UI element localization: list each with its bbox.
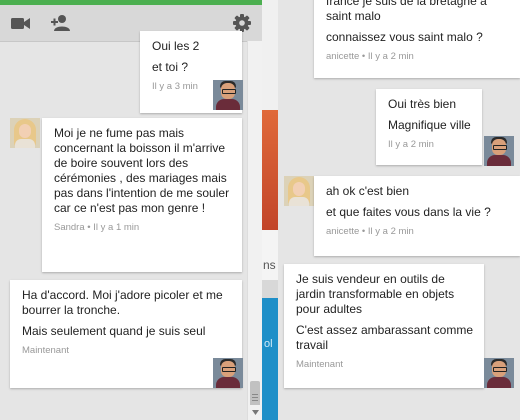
message-text: ah ok c'est bien: [326, 184, 410, 198]
message-text: connaissez vous saint malo ?: [326, 30, 483, 44]
message-text: Je suis vendeur en outils de jardin tran…: [296, 272, 455, 316]
background-text-fragment: ol: [264, 338, 273, 350]
message-text: Oui les 2: [152, 39, 200, 53]
avatar[interactable]: [10, 118, 40, 148]
video-camera-icon[interactable]: [10, 13, 32, 33]
message-timestamp: Maintenant: [22, 345, 70, 356]
message-text: et toi ?: [152, 60, 189, 74]
avatar[interactable]: [484, 136, 514, 166]
chat-message-received: ah ok c'est bien et que faites vous dans…: [314, 176, 520, 256]
chat-message-sent: Je suis vendeur en outils de jardin tran…: [284, 264, 484, 388]
chat-scrollbar[interactable]: [247, 41, 262, 420]
avatar[interactable]: [484, 358, 514, 388]
avatar[interactable]: [213, 80, 243, 110]
message-timestamp: anicette • Il y a 2 min: [326, 51, 414, 62]
message-timestamp: anicette • Il y a 2 min: [326, 226, 414, 237]
left-chat-panel: Oui les 2 et toi ? Il y a 3 min Moi je n…: [0, 0, 262, 420]
chat-message-received: france je suis de la bretagne à saint ma…: [314, 0, 520, 78]
avatar[interactable]: [284, 176, 314, 206]
message-text: Oui très bien: [388, 97, 457, 111]
gear-icon[interactable]: [231, 13, 253, 33]
message-text: Ha d'accord. Moi j'adore picoler et me b…: [22, 288, 223, 317]
scroll-down-arrow-icon[interactable]: [248, 405, 262, 420]
message-text: Moi je ne fume pas mais concernant la bo…: [54, 126, 230, 215]
message-text: C'est assez ambarassant comme travail: [296, 323, 474, 352]
add-person-icon[interactable]: [50, 13, 72, 33]
message-text: france je suis de la bretagne à saint ma…: [326, 0, 487, 23]
chat-message-sent: Oui très bien Magnifique ville Il y a 2 …: [376, 89, 482, 165]
chat-message-received: Moi je ne fume pas mais concernant la bo…: [42, 118, 242, 272]
background-page-strip: ns ol: [262, 0, 278, 420]
message-timestamp: Sandra • Il y a 1 min: [54, 222, 140, 233]
message-text: Mais seulement quand je suis seul: [22, 324, 206, 338]
message-text: Magnifique ville: [388, 118, 471, 132]
message-timestamp: Il y a 2 min: [388, 139, 434, 150]
message-text: et que faites vous dans la vie ?: [326, 205, 491, 219]
avatar[interactable]: [213, 358, 243, 388]
right-chat-panel: france je suis de la bretagne à saint ma…: [278, 0, 520, 420]
background-text-fragment: ns: [263, 258, 276, 272]
chat-message-sent: Ha d'accord. Moi j'adore picoler et me b…: [10, 280, 242, 388]
message-timestamp: Maintenant: [296, 359, 344, 370]
